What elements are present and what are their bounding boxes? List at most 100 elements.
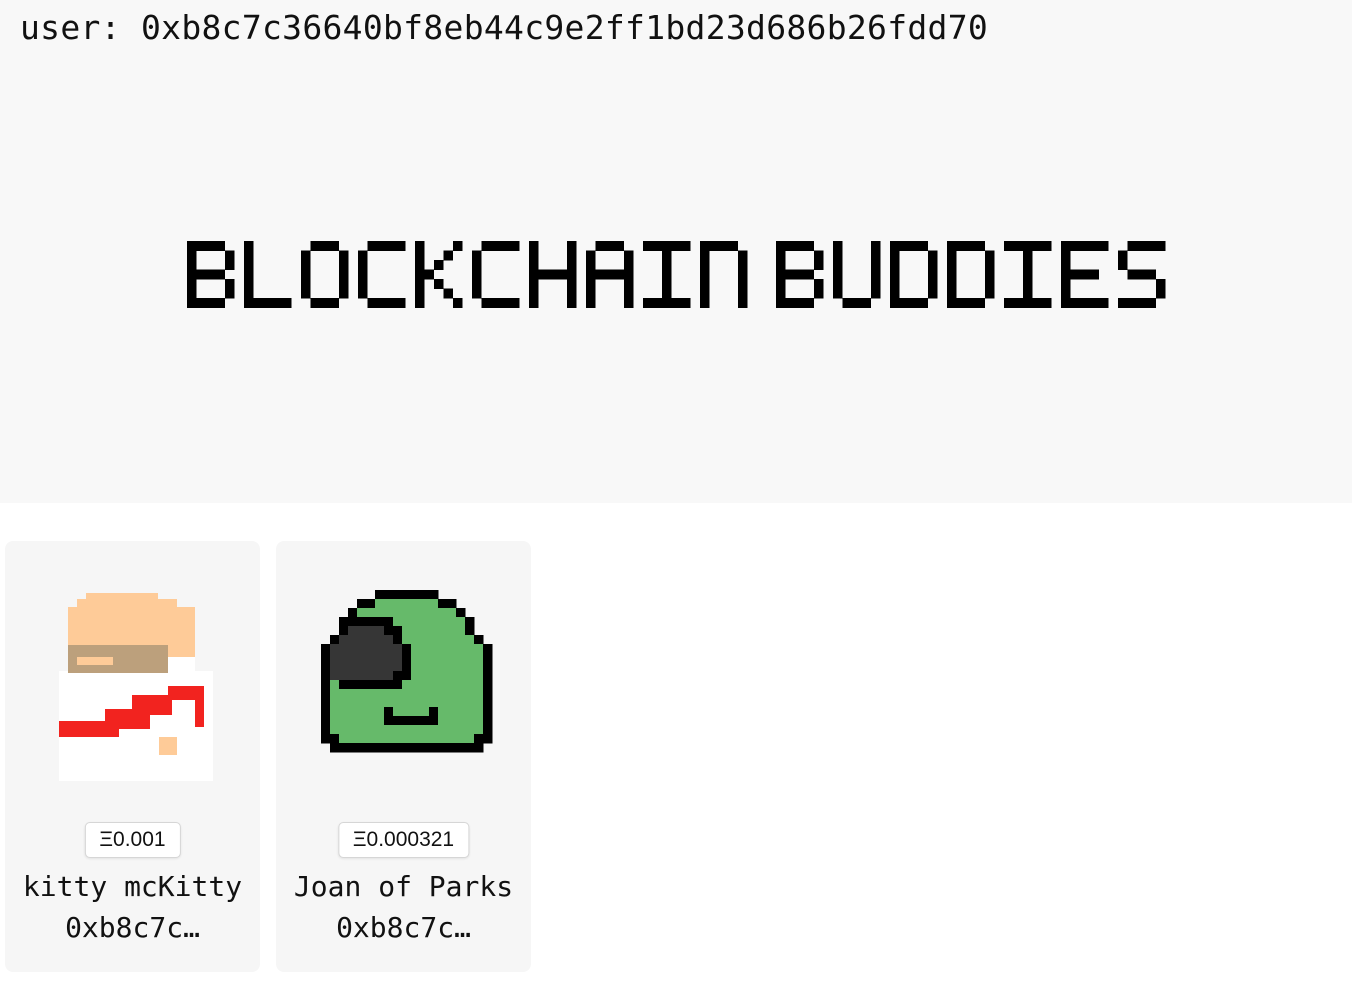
blob-body — [429, 689, 439, 699]
blob-outline — [357, 680, 367, 690]
blob-outline — [321, 725, 331, 735]
blob-eye — [357, 644, 367, 654]
blob-body — [465, 707, 475, 717]
blob-body — [438, 725, 448, 735]
blob-body — [438, 635, 448, 645]
blob-body — [438, 671, 448, 681]
title-letter-pixel — [319, 298, 330, 308]
title-letter-pixel — [481, 298, 492, 308]
title-letter-pixel — [661, 269, 672, 280]
blob-body — [429, 617, 439, 627]
blob-body — [393, 698, 403, 708]
pixel-blob-icon[interactable] — [276, 541, 531, 801]
blob-body — [393, 689, 403, 699]
blob-outline — [456, 608, 466, 618]
title-letter-pixel — [737, 260, 748, 270]
title-letter-pixel — [205, 298, 216, 308]
title-letter-pixel — [623, 260, 634, 270]
blob-outline — [483, 662, 493, 672]
title-letter-pixel — [984, 269, 995, 280]
title-letter-pixel — [253, 298, 264, 308]
title-letter-pixel — [1022, 279, 1033, 289]
title-letter-pixel — [1060, 298, 1071, 308]
blob-body — [429, 671, 439, 681]
blob-body — [375, 725, 385, 735]
blob-eye — [330, 671, 340, 681]
blob-body — [366, 716, 376, 726]
blob-body — [465, 653, 475, 663]
blob-body — [456, 617, 466, 627]
title-letter-pixel — [623, 298, 634, 308]
title-letter-pixel — [367, 298, 378, 308]
title-letter-pixel — [604, 241, 615, 251]
title-letter-pixel — [186, 260, 197, 270]
blob-body — [393, 734, 403, 744]
title-letter-pixel — [585, 260, 596, 270]
title-letter-pixel — [357, 250, 368, 261]
blob-eye — [348, 626, 358, 636]
title-letter-pixel — [310, 241, 321, 251]
blob-outline — [375, 743, 385, 753]
title-letter-pixel — [804, 241, 815, 251]
blob-body — [411, 689, 421, 699]
title-letter-pixel — [262, 298, 273, 308]
blob-body — [357, 707, 367, 717]
blob-eye — [348, 662, 358, 672]
title-letter-pixel — [205, 269, 216, 280]
blob-outline — [321, 644, 331, 654]
blob-outline — [330, 635, 340, 645]
blob-outline — [438, 599, 448, 609]
blob-outline — [357, 743, 367, 753]
blob-body — [447, 608, 457, 618]
buddy-card[interactable]: Ξ0.000321 Joan of Parks 0xb8c7c… — [276, 541, 531, 972]
title-letter-pixel — [975, 298, 986, 308]
blob-outline — [429, 707, 439, 717]
blob-eye — [393, 653, 403, 663]
blob-outline — [375, 680, 385, 690]
title-letter-pixel — [547, 269, 558, 280]
blob-body — [384, 725, 394, 735]
blob-outline — [321, 689, 331, 699]
title-letter-pixel — [443, 250, 454, 261]
title-letter-pixel — [785, 269, 796, 280]
title-letter-pixel — [1136, 241, 1147, 251]
title-letter-pixel — [699, 279, 710, 289]
cat-head — [68, 607, 195, 647]
buddy-card[interactable]: Ξ0.001 kitty mcKitty 0xb8c7c… — [5, 541, 260, 972]
title-letter-pixel — [1060, 260, 1071, 270]
blob-eye — [366, 635, 376, 645]
title-letter-pixel — [623, 288, 634, 299]
title-letter-pixel — [566, 279, 577, 289]
title-letter-pixel — [775, 260, 786, 270]
blob-outline — [384, 716, 394, 726]
title-letter-pixel — [946, 298, 957, 308]
blob-body — [330, 698, 340, 708]
blob-body — [420, 734, 430, 744]
blob-body — [402, 698, 412, 708]
blob-body — [474, 707, 484, 717]
title-letter-pixel — [1089, 269, 1100, 280]
title-letter-pixel — [1060, 288, 1071, 299]
blob-body — [447, 698, 457, 708]
title-letter-pixel — [1089, 241, 1100, 251]
title-letter-pixel — [908, 241, 919, 251]
title-letter-pixel — [500, 241, 511, 251]
title-letter-pixel — [1079, 241, 1090, 251]
blob-outline — [483, 644, 493, 654]
title-letter-pixel — [614, 269, 625, 280]
blob-body — [384, 689, 394, 699]
blob-outline — [339, 617, 349, 627]
pixel-cat-icon[interactable] — [5, 541, 260, 801]
title-letter-pixel — [500, 298, 511, 308]
blob-body — [384, 734, 394, 744]
blob-outline — [429, 590, 439, 600]
blob-body — [447, 671, 457, 681]
blob-body — [366, 734, 376, 744]
title-letter-pixel — [281, 298, 292, 308]
title-letter-pixel — [243, 269, 254, 280]
title-letter-pixel — [737, 269, 748, 280]
blob-body — [456, 689, 466, 699]
title-letter-pixel — [728, 241, 739, 251]
title-letter-pixel — [889, 288, 900, 299]
title-letter-pixel — [471, 279, 482, 289]
